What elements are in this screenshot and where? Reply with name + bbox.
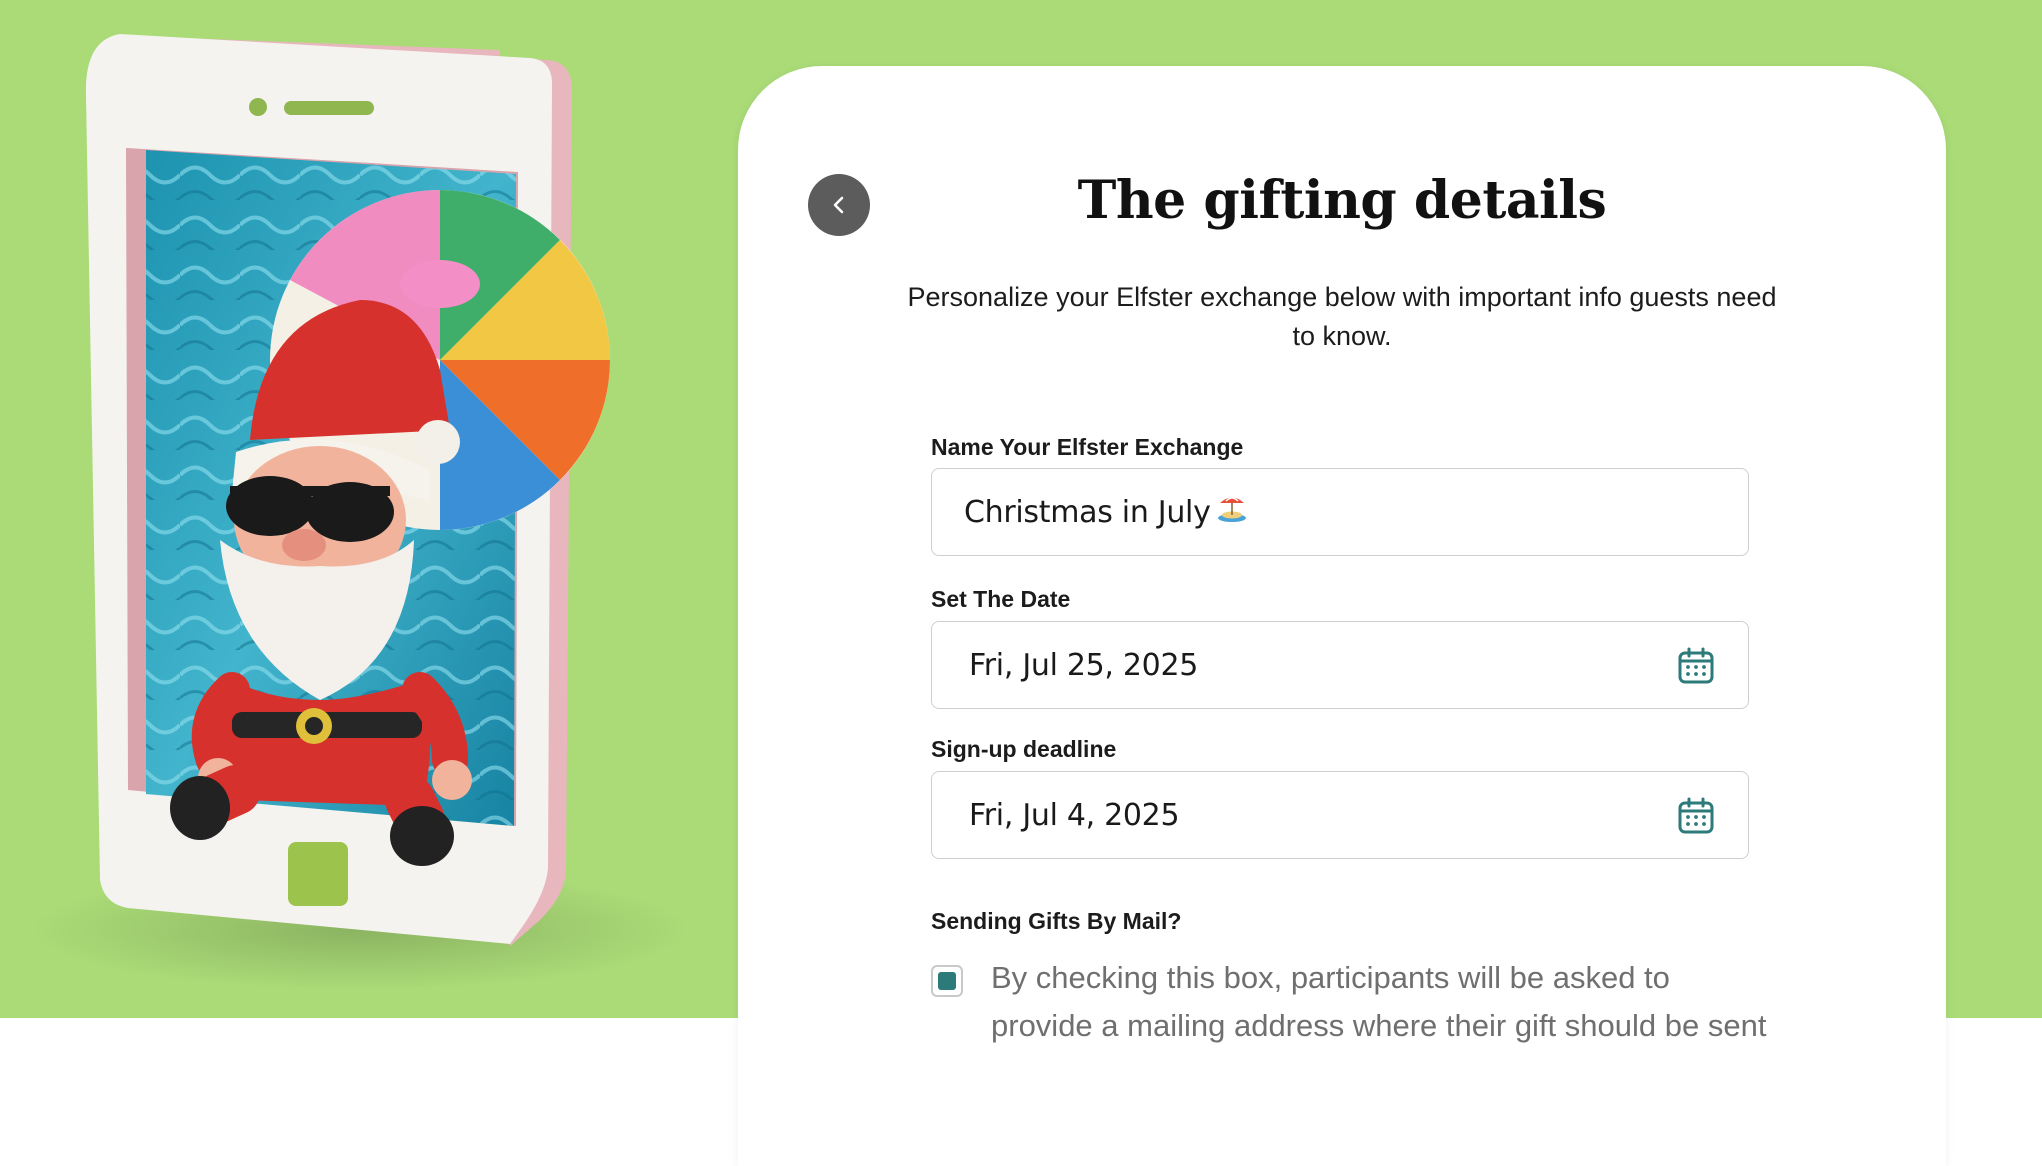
page-title: The gifting details — [1077, 170, 1607, 231]
signup-deadline-input[interactable]: Fri, Jul 4, 2025 — [931, 771, 1749, 859]
calendar-icon[interactable] — [1676, 796, 1716, 836]
exchange-name-label: Name Your Elfster Exchange — [931, 434, 1244, 460]
page-subtitle: Personalize your Elfster exchange below … — [907, 282, 1777, 351]
mail-gifts-checkbox[interactable] — [931, 965, 963, 997]
event-date-label: Set The Date — [931, 586, 1071, 612]
hero-illustration — [0, 0, 740, 1018]
signup-deadline-value: Fri, Jul 4, 2025 — [969, 798, 1180, 833]
mail-gifts-label: Sending Gifts By Mail? — [931, 908, 1182, 934]
exchange-name-input[interactable]: Christmas in July — [931, 468, 1749, 556]
santa-phone-illustration — [30, 34, 690, 990]
event-date-input[interactable]: Fri, Jul 25, 2025 — [931, 621, 1749, 709]
exchange-name-value-wrap: Christmas in July — [964, 469, 1247, 557]
mail-gifts-description: By checking this box, participants will … — [991, 960, 1767, 1043]
calendar-icon[interactable] — [1676, 646, 1716, 686]
signup-deadline-label: Sign-up deadline — [931, 736, 1117, 762]
exchange-name-value: Christmas in July — [964, 495, 1211, 530]
gifting-details-card: The gifting details Personalize your Elf… — [738, 66, 1946, 1166]
checkbox-checked-mark — [938, 972, 956, 990]
island-beach-umbrella-icon — [1217, 470, 1247, 558]
event-date-value: Fri, Jul 25, 2025 — [969, 648, 1199, 683]
